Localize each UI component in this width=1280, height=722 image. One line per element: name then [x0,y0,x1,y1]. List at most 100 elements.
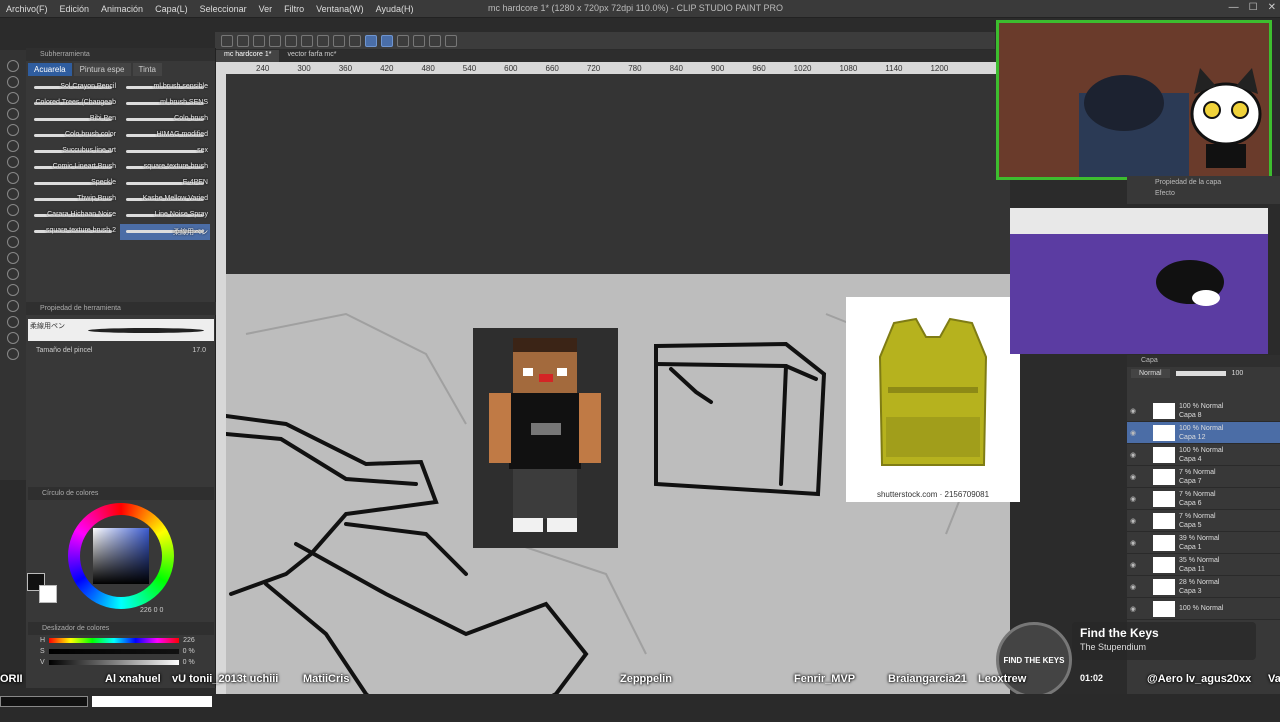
brush-size-value[interactable]: 17.0 [192,347,206,354]
pencil-icon[interactable] [7,156,19,168]
brush-item[interactable]: Succubus line art [28,144,118,160]
eye-icon[interactable]: ◉ [1127,517,1139,525]
brush-item[interactable]: square texture brush [120,160,210,176]
balloon-icon[interactable] [7,348,19,360]
frame-icon[interactable] [7,300,19,312]
layer-row[interactable]: ◉ 28 % Normal Capa 3 [1127,576,1280,598]
brush-item[interactable]: square texture brush 2 [28,224,118,240]
eye-icon[interactable]: ◉ [1127,429,1139,437]
brush-item[interactable]: Bibi Pen [28,112,118,128]
brush-item[interactable]: Kashe Mellow Varied [120,192,210,208]
saturation-value-square[interactable] [93,528,149,584]
print-icon[interactable] [269,34,281,47]
clear-icon[interactable] [317,34,329,47]
brush-item[interactable]: Comic Lineart Brush [28,160,118,176]
layer-row[interactable]: ◉ 100 % Normal Capa 8 [1127,400,1280,422]
settings-icon[interactable] [445,34,457,47]
eye-icon[interactable]: ◉ [1127,561,1139,569]
snap-ruler-icon[interactable] [365,34,377,47]
open-file-icon[interactable] [237,34,249,47]
brush-item[interactable]: HIMAG modified [120,128,210,144]
layer-row[interactable]: ◉ 35 % Normal Capa 11 [1127,554,1280,576]
menu-animacion[interactable]: Animación [95,0,149,18]
menu-archivo[interactable]: Archivo(F) [0,0,54,18]
brush-item[interactable]: Speckle [28,176,118,192]
new-file-icon[interactable] [221,34,233,47]
eye-icon[interactable]: ◉ [1127,451,1139,459]
hue-ring[interactable] [68,503,174,609]
brush-item[interactable]: Sol Crayon Pencil [28,80,118,96]
save-icon[interactable] [253,34,265,47]
tab-pintura-espe[interactable]: Pintura espe [73,63,131,76]
brush-item[interactable]: Line Noise Spray [120,208,210,224]
gradient-icon[interactable] [7,268,19,280]
eye-icon[interactable]: ◉ [1127,539,1139,547]
brush-item[interactable]: ml brush SENS [120,96,210,112]
blend-mode-select[interactable]: Normal [1131,369,1170,378]
menu-capa[interactable]: Capa(L) [149,0,194,18]
hue-bar[interactable] [49,638,180,643]
value-slider[interactable]: V 0 % [28,657,214,668]
brush-item[interactable]: ml brush sensible [120,80,210,96]
fill-icon[interactable] [333,34,345,47]
eye-icon[interactable]: ◉ [1127,495,1139,503]
menu-seleccionar[interactable]: Seleccionar [194,0,253,18]
brush-icon[interactable] [7,172,19,184]
eyedropper-icon[interactable] [7,124,19,136]
figure-icon[interactable] [7,284,19,296]
saturation-slider[interactable]: S 0 % [28,646,214,657]
layer-row[interactable]: ◉ 100 % Normal [1127,598,1280,620]
eye-icon[interactable]: ◉ [1127,473,1139,481]
brush-item[interactable]: Thwip Brush [28,192,118,208]
layer-row[interactable]: ◉ 7 % Normal Capa 6 [1127,488,1280,510]
decoration-icon[interactable] [7,204,19,216]
brush-item[interactable]: sex [120,144,210,160]
opacity-slider[interactable] [1175,371,1226,376]
layer-row[interactable]: ◉ 7 % Normal Capa 7 [1127,466,1280,488]
redo-icon[interactable] [301,34,313,47]
menu-edicion[interactable]: Edición [54,0,96,18]
tab-tinta[interactable]: Tinta [132,63,162,76]
ruler-icon[interactable] [7,316,19,328]
crop-icon[interactable] [413,34,425,47]
layer-row[interactable]: ◉ 100 % Normal Capa 4 [1127,444,1280,466]
brush-item[interactable]: 柔線用ペン [120,224,210,240]
tab-vector-farfa[interactable]: vector farfa mc* [279,50,344,62]
menu-ver[interactable]: Ver [253,0,279,18]
color-wheel[interactable] [40,500,175,609]
move-icon[interactable] [7,76,19,88]
menu-filtro[interactable]: Filtro [278,0,310,18]
eye-icon[interactable]: ◉ [1127,605,1139,613]
eraser-icon[interactable] [7,220,19,232]
snap-grid-icon[interactable] [397,34,409,47]
maximize-icon[interactable]: ☐ [1249,2,1258,13]
minimize-icon[interactable]: — [1229,2,1239,13]
layer-row[interactable]: ◉ 39 % Normal Capa 1 [1127,532,1280,554]
saturation-bar[interactable] [48,649,179,654]
hue-slider[interactable]: H 226 [28,635,214,646]
brush-item[interactable]: Colored Trees (Changeab [28,96,118,112]
sub-color-swatch[interactable] [39,585,57,603]
transform-icon[interactable] [349,34,361,47]
brush-item[interactable]: E-4PEN [120,176,210,192]
fill-tool-icon[interactable] [7,252,19,264]
brush-item[interactable]: Colo brush color [28,128,118,144]
menu-ventana[interactable]: Ventana(W) [310,0,370,18]
brush-size-row[interactable]: Tamaño del pincel 17.0 [26,345,216,356]
brush-item[interactable]: Colo brush [120,112,210,128]
blend-icon[interactable] [7,236,19,248]
tab-mc-hardcore[interactable]: mc hardcore 1* [216,50,280,62]
layer-row[interactable]: ◉ 7 % Normal Capa 5 [1127,510,1280,532]
operation-icon[interactable] [7,92,19,104]
text-icon[interactable] [7,332,19,344]
airbrush-icon[interactable] [7,188,19,200]
brush-item[interactable]: Carara Hichaan Noise [28,208,118,224]
lasso-icon[interactable] [7,108,19,120]
opacity-value[interactable]: 100 [1232,370,1244,377]
pen-icon[interactable] [7,140,19,152]
eye-icon[interactable]: ◉ [1127,583,1139,591]
tab-acuarela[interactable]: Acuarela [28,63,72,76]
selection-icon[interactable] [429,34,441,47]
snap-special-ruler-icon[interactable] [381,34,393,47]
menu-ayuda[interactable]: Ayuda(H) [370,0,420,18]
